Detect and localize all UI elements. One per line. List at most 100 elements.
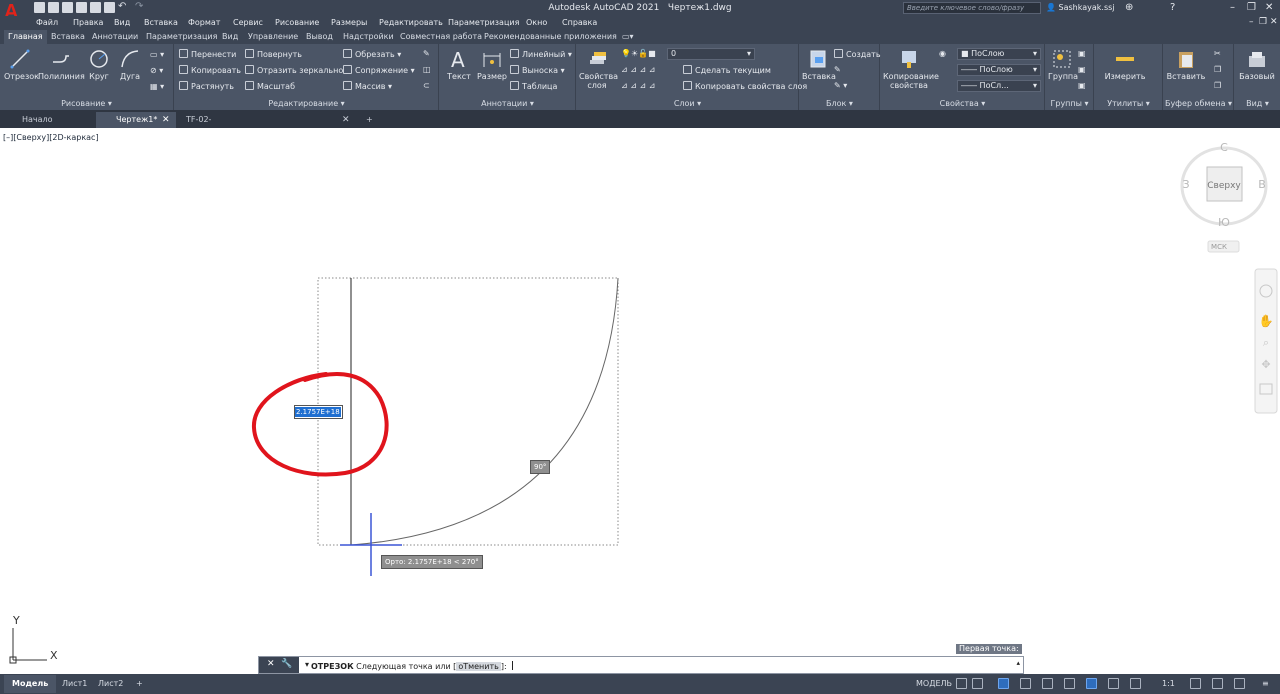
rectangle-icon[interactable]: ▭ ▾ [150,50,164,59]
mirror-button[interactable]: Отразить зеркально [245,65,343,75]
layer-tools-row2[interactable]: ⊿ ⊿ ⊿ ⊿ [621,81,655,90]
group-button[interactable]: Группа [1048,48,1078,81]
menu-insert[interactable]: Вставка [144,18,178,27]
ungroup-icon[interactable]: ▣ [1078,49,1086,58]
boundary-icon[interactable]: ▦ ▾ [150,82,164,91]
hatch-icon[interactable]: ⊘ ▾ [150,66,163,75]
polar-tracking-icon[interactable] [1020,678,1031,689]
object-snap-icon[interactable] [1086,678,1097,689]
trim-button[interactable]: Обрезать ▾ [343,49,401,59]
minimize-button[interactable]: – [1230,2,1235,13]
panel-groups-title[interactable]: Группы ▾ [1046,99,1093,108]
text-button[interactable]: A Текст [444,48,474,81]
panel-clipboard-title[interactable]: Буфер обмена ▾ [1164,99,1233,108]
tab-parametric[interactable]: Параметризация [142,30,221,44]
object-snap-tracking-icon[interactable] [1064,678,1075,689]
model-space-button[interactable]: МОДЕЛЬ [908,675,960,693]
units-icon[interactable] [1212,678,1223,689]
move-button[interactable]: Перенести [179,49,236,59]
tab-output[interactable]: Вывод [302,30,337,44]
panel-modify-title[interactable]: Редактирование ▾ [175,99,438,108]
panel-annotation-title[interactable]: Аннотации ▾ [440,99,575,108]
panel-block-title[interactable]: Блок ▾ [800,99,879,108]
group-edit-icon[interactable]: ▣ [1078,65,1086,74]
tab-manage[interactable]: Управление [244,30,302,44]
tab-home[interactable]: Главная [4,30,47,44]
line-button[interactable]: Отрезок [4,48,39,81]
tab-insert[interactable]: Вставка [47,30,89,44]
array-button[interactable]: Массив ▾ [343,81,392,91]
file-tab-drawing1[interactable]: Чертеж1* ✕ [96,112,176,128]
tab-annotate[interactable]: Аннотации [88,30,142,44]
panel-utilities-title[interactable]: Утилиты ▾ [1095,99,1162,108]
layer-state-icons[interactable]: 💡☀🔓■ [621,49,656,58]
new-tab-button[interactable]: + [362,112,378,128]
tab-featured-apps[interactable]: Рекомендованные приложения [480,30,621,44]
navigation-bar[interactable]: ✋ ⌕ ✥ [1254,268,1278,414]
copy-clip-icon[interactable]: ❐ [1214,65,1221,74]
cart-icon[interactable]: ⊕ [1125,2,1133,13]
snap-icon[interactable] [972,678,983,689]
tab-collaborate[interactable]: Совместная работа [396,30,486,44]
ribbon-toggle-icon[interactable]: ▭▾ [618,30,638,44]
leader-button[interactable]: Выноска ▾ [510,65,565,75]
drawing-area[interactable]: [–][Сверху][2D-каркас] Y X Сверху С З В … [0,128,1280,674]
layout-tab-sheet2[interactable]: Лист2 [90,675,131,693]
circle-button[interactable]: Круг [86,48,112,81]
ortho-mode-icon[interactable] [998,678,1009,689]
edit-block-icon[interactable]: ✎ [834,65,841,74]
search-input[interactable]: Введите ключевое слово/фразу [903,2,1041,14]
make-current-button[interactable]: Сделать текущим [683,65,771,75]
viewcube-west[interactable]: З [1182,178,1189,191]
command-history-toggle[interactable]: ▴ [1016,659,1020,667]
panel-properties-title[interactable]: Свойства ▾ [881,99,1044,108]
menu-modify[interactable]: Редактировать [379,18,443,27]
customization-menu-icon[interactable]: ≡ [1258,675,1273,693]
recent-commands-icon[interactable]: ▾ [305,660,309,669]
file-tab-assembly[interactable]: TF-02-19_Yakimenko...sborochny_chertezh*… [178,112,356,140]
menu-view[interactable]: Вид [114,18,130,27]
fillet-button[interactable]: Сопряжение ▾ [343,65,415,75]
menu-window[interactable]: Окно [526,18,547,27]
command-line[interactable]: ✕ 🔧 ▾ ОТРЕЗОК Следующая точка или [оТмен… [258,656,1024,674]
orbit-icon[interactable]: ✥ [1261,358,1270,371]
group-select-icon[interactable]: ▣ [1078,81,1086,90]
color-dropdown[interactable]: ■ ПоСлою ▾ [957,48,1041,60]
menu-parametric[interactable]: Параметризация [448,18,519,27]
viewcube-south[interactable]: Ю [1218,216,1230,229]
viewcube-east[interactable]: В [1258,178,1266,191]
isodraft-icon[interactable] [1042,678,1053,689]
dynamic-input-field[interactable]: 2.1757E+18 [294,405,343,419]
layer-properties-button[interactable]: Свойства слоя [579,48,618,90]
copy-base-icon[interactable]: ❐ [1214,81,1221,90]
doc-minimize-button[interactable]: – [1249,17,1254,27]
paste-button[interactable]: Вставить [1166,48,1206,81]
edit-attributes-icon[interactable]: ✎ ▾ [834,81,847,90]
measure-button[interactable]: Измерить [1099,48,1151,81]
panel-layers-title[interactable]: Слои ▾ [577,99,798,108]
insert-block-button[interactable]: Вставка [802,48,836,81]
create-block-button[interactable]: Создать [834,49,881,59]
undo-option[interactable]: оТменить [456,662,501,671]
workspace-gear-icon[interactable] [1190,678,1201,689]
annotation-visibility-icon[interactable] [1130,678,1141,689]
close-tab-icon[interactable]: ✕ [342,112,350,128]
doc-close-button[interactable]: ✕ [1270,17,1278,27]
match-properties-button[interactable]: Копирование свойства [883,48,939,90]
layer-tools-row1[interactable]: ⊿ ⊿ ⊿ ⊿ [621,65,655,74]
layout-tab-model[interactable]: Модель [4,675,57,693]
match-layer-button[interactable]: Копировать свойства слоя [683,81,807,91]
dimension-button[interactable]: Размер [476,48,508,81]
menu-edit[interactable]: Правка [73,18,103,27]
lineweight-icon[interactable] [1108,678,1119,689]
close-command-line-icon[interactable]: ✕ [267,659,275,669]
lineweight-dropdown[interactable]: ―― ПоСл... ▾ [957,80,1041,92]
user-account[interactable]: 👤 Sashkayak.ssj [1046,3,1115,12]
menu-tools[interactable]: Сервис [233,18,263,27]
cut-icon[interactable]: ✂ [1214,49,1221,58]
close-button[interactable]: ✕ [1265,2,1273,13]
base-view-button[interactable]: Базовый [1237,48,1277,81]
grid-icon[interactable] [956,678,967,689]
doc-restore-button[interactable]: ❐ [1259,17,1267,27]
annotation-scale[interactable]: 1:1 [1154,675,1183,693]
